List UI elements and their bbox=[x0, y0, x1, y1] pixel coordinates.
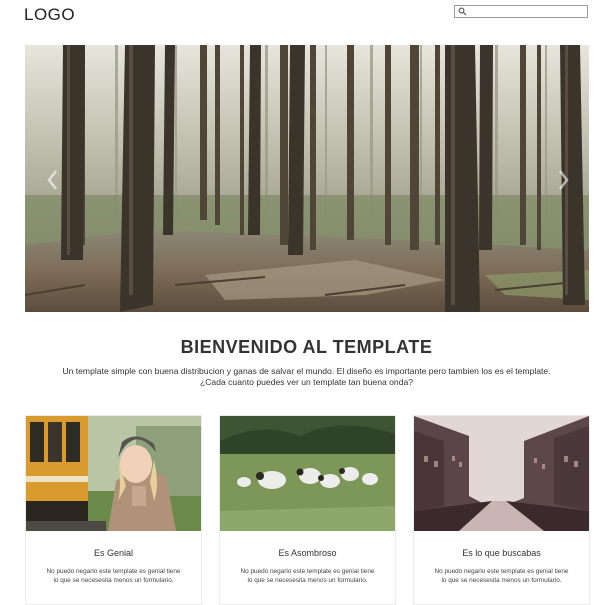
card-image bbox=[414, 416, 589, 531]
search-box[interactable] bbox=[454, 5, 588, 18]
logo[interactable]: LOGO bbox=[24, 5, 75, 25]
feature-card-1[interactable]: Es Genial No puedo negarlo este template… bbox=[25, 415, 202, 605]
chevron-right-icon bbox=[559, 170, 569, 190]
feature-card-3[interactable]: Es lo que buscabas No puedo negarlo este… bbox=[413, 415, 590, 605]
card-text-line: No puedo negarlo este template es genial… bbox=[434, 568, 569, 575]
card-text: No puedo negarlo este template es genial… bbox=[36, 567, 191, 585]
card-text-line: lo que se necesesita menos un formulario… bbox=[53, 577, 174, 584]
search-input[interactable] bbox=[468, 6, 586, 17]
card-title: Es Genial bbox=[93, 548, 134, 558]
sheep-field-photo bbox=[220, 416, 395, 531]
card-image bbox=[220, 416, 395, 531]
card-text: No puedo negarlo este template es genial… bbox=[424, 567, 579, 585]
card-title: Es Asombroso bbox=[278, 548, 337, 558]
card-text-line: lo que se necesesita menos un formulario… bbox=[247, 577, 368, 584]
slider-next-button[interactable] bbox=[555, 168, 571, 192]
woman-tram-photo bbox=[26, 416, 201, 531]
card-text-line: No puedo negarlo este template es genial… bbox=[240, 568, 375, 575]
chevron-left-icon bbox=[47, 170, 57, 190]
intro-line-2: ¿Cada cuanto puedes ver un template tan … bbox=[199, 377, 414, 387]
card-title: Es lo que buscabas bbox=[462, 548, 541, 558]
canal-city-photo bbox=[414, 416, 589, 531]
slider-prev-button[interactable] bbox=[45, 168, 61, 192]
hero-slider bbox=[25, 45, 589, 312]
forest-photo bbox=[25, 45, 589, 312]
card-image bbox=[26, 416, 201, 531]
card-text-line: lo que se necesesita menos un formulario… bbox=[441, 577, 562, 584]
search-icon bbox=[458, 7, 467, 16]
page-title: BIENVENIDO AL TEMPLATE bbox=[180, 337, 433, 357]
intro-description: Un template simple con buena distribucio… bbox=[30, 366, 583, 388]
feature-card-2[interactable]: Es Asombroso No puedo negarlo este templ… bbox=[219, 415, 396, 605]
card-text: No puedo negarlo este template es genial… bbox=[230, 567, 385, 585]
card-text-line: No puedo negarlo este template es genial… bbox=[46, 568, 181, 575]
intro-line-1: Un template simple con buena distribucio… bbox=[62, 366, 551, 376]
